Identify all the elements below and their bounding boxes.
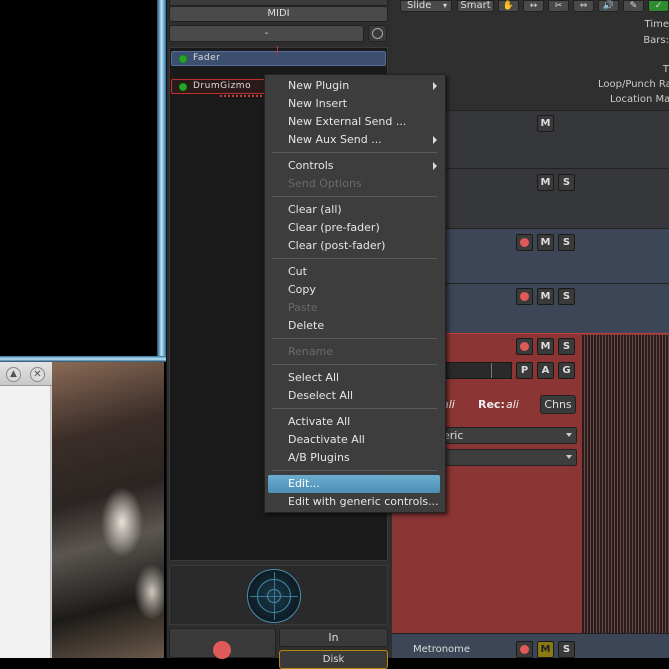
menu-item-paste: Paste <box>288 301 318 314</box>
submenu-arrow-icon <box>433 82 437 90</box>
menu-item-new-external-send[interactable]: New External Send ... <box>265 113 443 131</box>
menu-item-send-options: Send Options <box>288 177 362 190</box>
menu-item-copy[interactable]: Copy <box>265 281 443 299</box>
record-icon <box>213 641 231 659</box>
input-knob-icon[interactable] <box>368 25 387 42</box>
channels-button[interactable]: Chns <box>540 395 576 414</box>
menu-item-controls[interactable]: Controls <box>265 157 443 175</box>
midi-button[interactable]: MIDI <box>169 6 388 22</box>
processor-fader[interactable]: Fader <box>171 51 386 66</box>
edit-mode-select[interactable]: Slide ▾ <box>400 0 452 12</box>
mute-button[interactable]: M <box>537 115 554 132</box>
menu-item-select-all[interactable]: Select All <box>265 369 443 387</box>
strip-record-button[interactable] <box>169 628 276 659</box>
solo-button[interactable]: S <box>558 641 575 658</box>
menu-item-deselect-all[interactable]: Deselect All <box>265 387 443 405</box>
menu-item-cut[interactable]: Cut <box>265 263 443 281</box>
panner-icon[interactable] <box>247 569 301 623</box>
mute-button[interactable]: M <box>537 641 554 658</box>
ruler-loop-label: Loop/Punch Ra <box>598 79 669 90</box>
solo-button[interactable]: S <box>558 234 575 251</box>
menu-item-new-insert[interactable]: New Insert <box>265 95 443 113</box>
ruler-location-label: Location Ma <box>610 94 669 105</box>
menu-separator <box>272 152 437 153</box>
photo-image <box>52 362 164 658</box>
gain-fader[interactable] <box>442 362 512 379</box>
submenu-arrow-icon <box>433 136 437 144</box>
input-button[interactable]: - <box>169 25 364 42</box>
menu-separator <box>272 408 437 409</box>
plugin-select-label: eric <box>443 429 464 442</box>
group-button[interactable]: G <box>558 362 575 379</box>
rec-arm-button[interactable] <box>516 288 533 305</box>
processor-context-menu: New Plugin New Insert New External Send … <box>264 74 446 513</box>
routing-dots <box>220 95 266 97</box>
rec-value: ali <box>506 398 519 411</box>
stretch-tool-icon[interactable]: ⇔ <box>573 0 594 12</box>
submenu-arrow-icon <box>433 162 437 170</box>
menu-item-new-aux-send[interactable]: New Aux Send ... <box>265 131 443 149</box>
menu-item-clear-pre-fader[interactable]: Clear (pre-fader) <box>265 219 443 237</box>
chevron-down-icon: ▾ <box>442 1 447 10</box>
grab-tool-icon[interactable]: ✋ <box>498 0 519 12</box>
ruler-time-label: Time <box>644 19 669 30</box>
menu-separator <box>272 338 437 339</box>
desktop-black-area <box>0 0 160 358</box>
audition-tool-icon[interactable]: 🔊 <box>598 0 619 12</box>
menu-item-clear-post-fader[interactable]: Clear (post-fader) <box>265 237 443 255</box>
mute-button[interactable]: M <box>537 174 554 191</box>
cut-tool-icon[interactable]: ✂ <box>548 0 569 12</box>
draw-tool-icon[interactable]: ✎ <box>623 0 644 12</box>
menu-item-delete[interactable]: Delete <box>265 317 443 335</box>
menu-item-activate-all[interactable]: Activate All <box>265 413 443 431</box>
menu-separator <box>272 470 437 471</box>
rec-label: Rec: <box>478 398 505 411</box>
mute-button[interactable]: M <box>537 288 554 305</box>
menu-separator <box>272 196 437 197</box>
processor-name: Fader <box>193 53 221 63</box>
menu-item-edit[interactable]: Edit... <box>268 475 440 493</box>
monitor-in-button[interactable]: In <box>279 628 388 647</box>
grid-mode-select[interactable]: Smart <box>457 0 494 12</box>
menu-item-ab-plugins[interactable]: A/B Plugins <box>265 449 443 467</box>
active-led-icon[interactable] <box>179 55 187 63</box>
image-sidebar <box>0 386 51 658</box>
ruler-tempo-label: T <box>662 64 669 75</box>
window-glow-edge <box>157 0 166 362</box>
automation-button[interactable]: A <box>537 362 554 379</box>
processor-drumgizmo[interactable]: DrumGizmo <box>171 79 266 94</box>
menu-item-edit-generic[interactable]: Edit with generic controls... <box>265 493 443 511</box>
solo-button[interactable]: S <box>558 174 575 191</box>
solo-button[interactable]: S <box>558 338 575 355</box>
close-icon[interactable]: ✕ <box>30 367 45 382</box>
menu-item-clear-all[interactable]: Clear (all) <box>265 201 443 219</box>
mute-button[interactable]: M <box>537 338 554 355</box>
processor-name: DrumGizmo <box>193 81 252 91</box>
rec-arm-button[interactable] <box>516 641 533 658</box>
track-name: Metronome <box>413 644 471 655</box>
internal-edit-tool-icon[interactable]: ✓ <box>648 0 669 12</box>
track-lane-waveform <box>582 335 669 633</box>
edit-mode-label: Slide <box>407 0 432 11</box>
active-led-icon[interactable] <box>179 83 187 91</box>
playlist-button[interactable]: P <box>516 362 533 379</box>
port-select[interactable] <box>442 449 577 466</box>
range-tool-icon[interactable]: ↔ <box>523 0 544 12</box>
menu-item-deactivate-all[interactable]: Deactivate All <box>265 431 443 449</box>
menu-item-rename: Rename <box>288 345 334 358</box>
mute-button[interactable]: M <box>537 234 554 251</box>
image-viewer-window: ▲ ✕ <box>0 362 164 658</box>
rec-arm-button[interactable] <box>516 234 533 251</box>
minimize-icon[interactable]: ▲ <box>6 367 21 382</box>
routing-line <box>277 46 278 54</box>
menu-separator <box>272 364 437 365</box>
ruler-bars-label: Bars: <box>643 35 669 46</box>
menu-separator <box>272 258 437 259</box>
monitor-disk-button[interactable]: Disk <box>279 650 388 669</box>
plugin-select[interactable]: eric <box>442 427 577 444</box>
rec-arm-button[interactable] <box>516 338 533 355</box>
menu-item-new-plugin[interactable]: New Plugin <box>265 77 443 95</box>
solo-button[interactable]: S <box>558 288 575 305</box>
